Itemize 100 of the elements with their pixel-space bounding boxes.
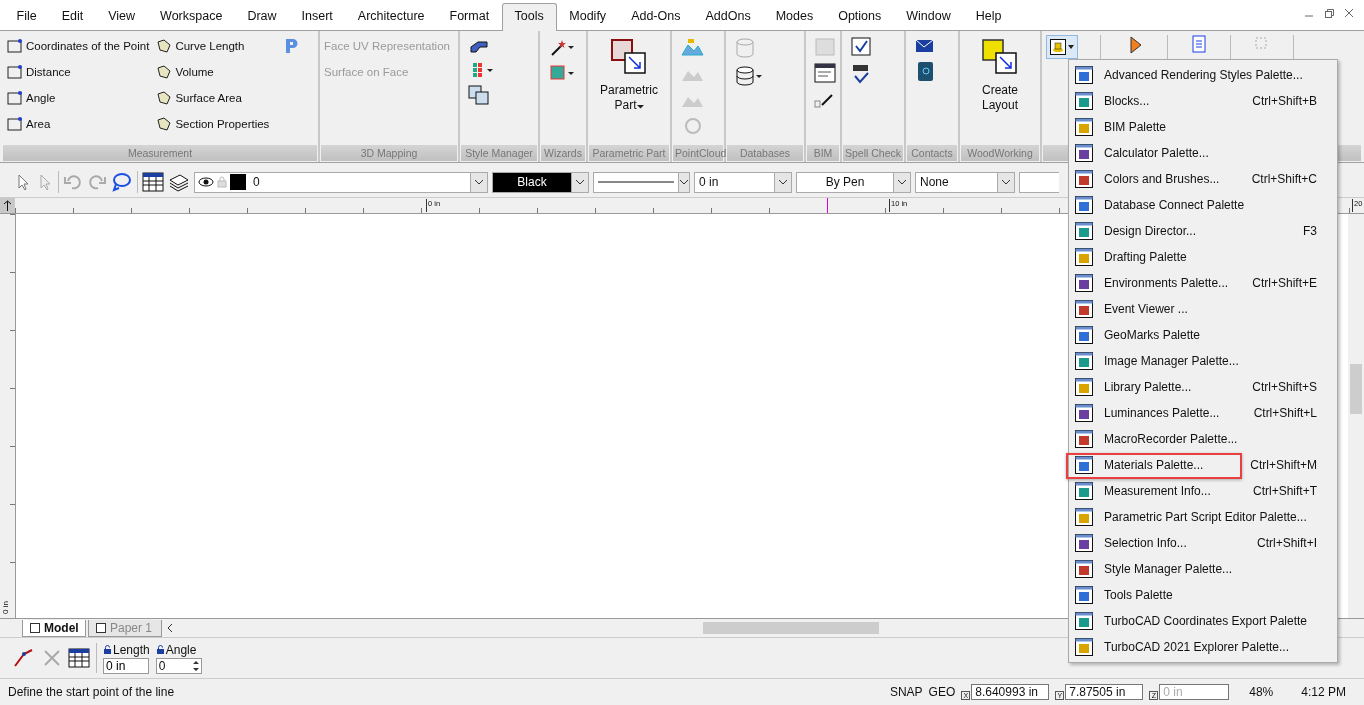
menu-tab[interactable]: Options	[838, 3, 882, 30]
line-width-dropdown[interactable]: 0 in	[694, 171, 792, 193]
document-icon[interactable]	[1190, 35, 1208, 53]
group-title: Databases	[727, 145, 803, 161]
pen-dropdown[interactable]: By Pen	[796, 171, 911, 193]
spell-check-icon[interactable]	[850, 37, 872, 57]
menu-item[interactable]: TurboCAD 2021 Explorer Palette...	[1069, 634, 1337, 660]
large-ribbon-button[interactable]: Create Layout	[964, 33, 1036, 145]
palette-window-icon	[1074, 325, 1094, 345]
snap-indicator[interactable]: SNAP	[889, 685, 923, 699]
angle-field[interactable]: 0	[155, 657, 202, 674]
chevron-down-icon	[1001, 179, 1011, 185]
color-dropdown[interactable]: Black	[492, 171, 589, 193]
palette-window-icon	[1074, 117, 1094, 137]
line-style-dropdown[interactable]	[593, 171, 690, 193]
length-field[interactable]: 0 in	[103, 657, 149, 674]
ribbon-tool[interactable]: Section Properties	[155, 111, 270, 137]
menu-item[interactable]: GeoMarks Palette	[1069, 322, 1337, 348]
menu-tab[interactable]: Architecture	[357, 3, 425, 30]
menu-item[interactable]: MacroRecorder Palette...	[1069, 426, 1337, 452]
x-coordinate-field[interactable]: 8.640993 in	[971, 684, 1050, 700]
menu-tab[interactable]: File	[16, 3, 37, 30]
menu-tab[interactable]: Format	[449, 3, 490, 30]
table-icon[interactable]	[68, 648, 90, 668]
vertical-scrollbar[interactable]	[1348, 214, 1364, 618]
section-properties-icon[interactable]	[283, 37, 300, 55]
menu-item[interactable]: Image Manager Palette...	[1069, 348, 1337, 374]
menu-item[interactable]: Calculator Palette...	[1069, 140, 1337, 166]
menu-item[interactable]: Materials Palette... Ctrl+Shift+M	[1069, 452, 1337, 478]
input-field[interactable]	[1019, 171, 1059, 193]
menu-item[interactable]: Advanced Rendering Styles Palette...	[1069, 62, 1337, 88]
menu-item[interactable]: Database Connect Palette	[1069, 192, 1337, 218]
layers-icon[interactable]	[168, 172, 190, 192]
menu-item[interactable]: Parametric Part Script Editor Palette...	[1069, 504, 1337, 530]
database-dropdown-icon[interactable]	[734, 65, 764, 87]
palette-window-icon	[1074, 351, 1094, 371]
z-coordinate-field[interactable]: 0 in	[1159, 684, 1230, 700]
palette-window-icon	[1074, 429, 1094, 449]
menu-item[interactable]: BIM Palette	[1069, 114, 1337, 140]
menu-tab[interactable]: Draw	[247, 3, 277, 30]
chevron-down-icon	[474, 179, 484, 185]
palette-window-icon	[1074, 169, 1094, 189]
menu-item[interactable]: Colors and Brushes... Ctrl+Shift+C	[1069, 166, 1337, 192]
menu-tab[interactable]: Workspace	[160, 3, 223, 30]
menu-tab[interactable]: Modes	[775, 3, 814, 30]
layer-dropdown[interactable]: 0	[194, 171, 488, 193]
menu-tab[interactable]: Window	[906, 3, 951, 30]
menu-tab[interactable]: View	[108, 3, 136, 30]
menu-item[interactable]: Luminances Palette... Ctrl+Shift+L	[1069, 400, 1337, 426]
menu-item[interactable]: Drafting Palette	[1069, 244, 1337, 270]
ribbon-tool[interactable]: Surface Area	[155, 85, 270, 111]
caret-icon	[1068, 45, 1074, 49]
menu-item[interactable]: Blocks... Ctrl+Shift+B	[1069, 88, 1337, 114]
ruler-corner-icon[interactable]	[0, 198, 15, 213]
menu-item[interactable]: Tools Palette	[1069, 582, 1337, 608]
menu-tab[interactable]: Tools	[501, 3, 557, 31]
palette-window-icon	[1074, 91, 1094, 111]
fill-dropdown[interactable]: None	[915, 171, 1015, 193]
ribbon-tool[interactable]: Angle	[6, 85, 150, 111]
table-icon[interactable]	[142, 172, 164, 192]
envelope-icon[interactable]	[914, 37, 936, 55]
ribbon-tool[interactable]: Coordinates of the Point	[6, 33, 150, 59]
ribbon-tool[interactable]: Distance	[6, 59, 150, 85]
menu-tab[interactable]: Modify	[569, 3, 607, 30]
menu-item[interactable]: Event Viewer ...	[1069, 296, 1337, 322]
palettes-dropdown-button[interactable]	[1046, 35, 1078, 59]
status-message: Define the start point of the line	[8, 685, 176, 699]
palette-window-icon	[1074, 221, 1094, 241]
geo-indicator[interactable]: GEO	[928, 685, 956, 699]
window-list-icon[interactable]	[814, 63, 836, 83]
field-label: Angle	[155, 642, 202, 657]
two-frames-icon	[982, 39, 1018, 75]
ribbon-tool[interactable]: Area	[6, 111, 150, 137]
eye-icon	[198, 176, 214, 188]
menu-tab[interactable]: Help	[975, 3, 1002, 30]
menu-item[interactable]: Design Director... F3	[1069, 218, 1337, 244]
menu-item[interactable]: Measurement Info... Ctrl+Shift+T	[1069, 478, 1337, 504]
large-ribbon-button[interactable]: Parametric Part	[592, 33, 666, 145]
sheet-tab[interactable]: Model	[22, 619, 86, 637]
picture-dropdown-icon[interactable]	[548, 63, 574, 83]
ribbon-tool[interactable]: Volume	[155, 59, 270, 85]
copy-style-icon[interactable]	[468, 85, 490, 105]
ribbon-tool[interactable]: Curve Length	[155, 33, 270, 59]
cursor-marker	[827, 198, 828, 213]
menu-item[interactable]: Environments Palette... Ctrl+Shift+E	[1069, 270, 1337, 296]
y-coordinate-field[interactable]: 7.87505 in	[1065, 684, 1144, 700]
menu-tab[interactable]: Insert	[301, 3, 333, 30]
menu-item[interactable]: Library Palette... Ctrl+Shift+S	[1069, 374, 1337, 400]
menu-item[interactable]: Style Manager Palette...	[1069, 556, 1337, 582]
close-icon[interactable]	[1344, 8, 1354, 18]
menu-item[interactable]: TurboCAD Coordinates Export Palette	[1069, 608, 1337, 634]
palette-window-icon	[1074, 247, 1094, 267]
palette-window-icon	[1074, 481, 1094, 501]
menu-tab[interactable]: AddOns	[705, 3, 751, 30]
group-title: BIM	[807, 145, 839, 161]
spell-check-icon[interactable]	[850, 63, 872, 85]
restore-icon[interactable]	[1324, 8, 1334, 18]
menu-tab[interactable]: Add-Ons	[631, 3, 681, 30]
menu-item[interactable]: Selection Info... Ctrl+Shift+I	[1069, 530, 1337, 556]
menu-tab[interactable]: Edit	[61, 3, 84, 30]
